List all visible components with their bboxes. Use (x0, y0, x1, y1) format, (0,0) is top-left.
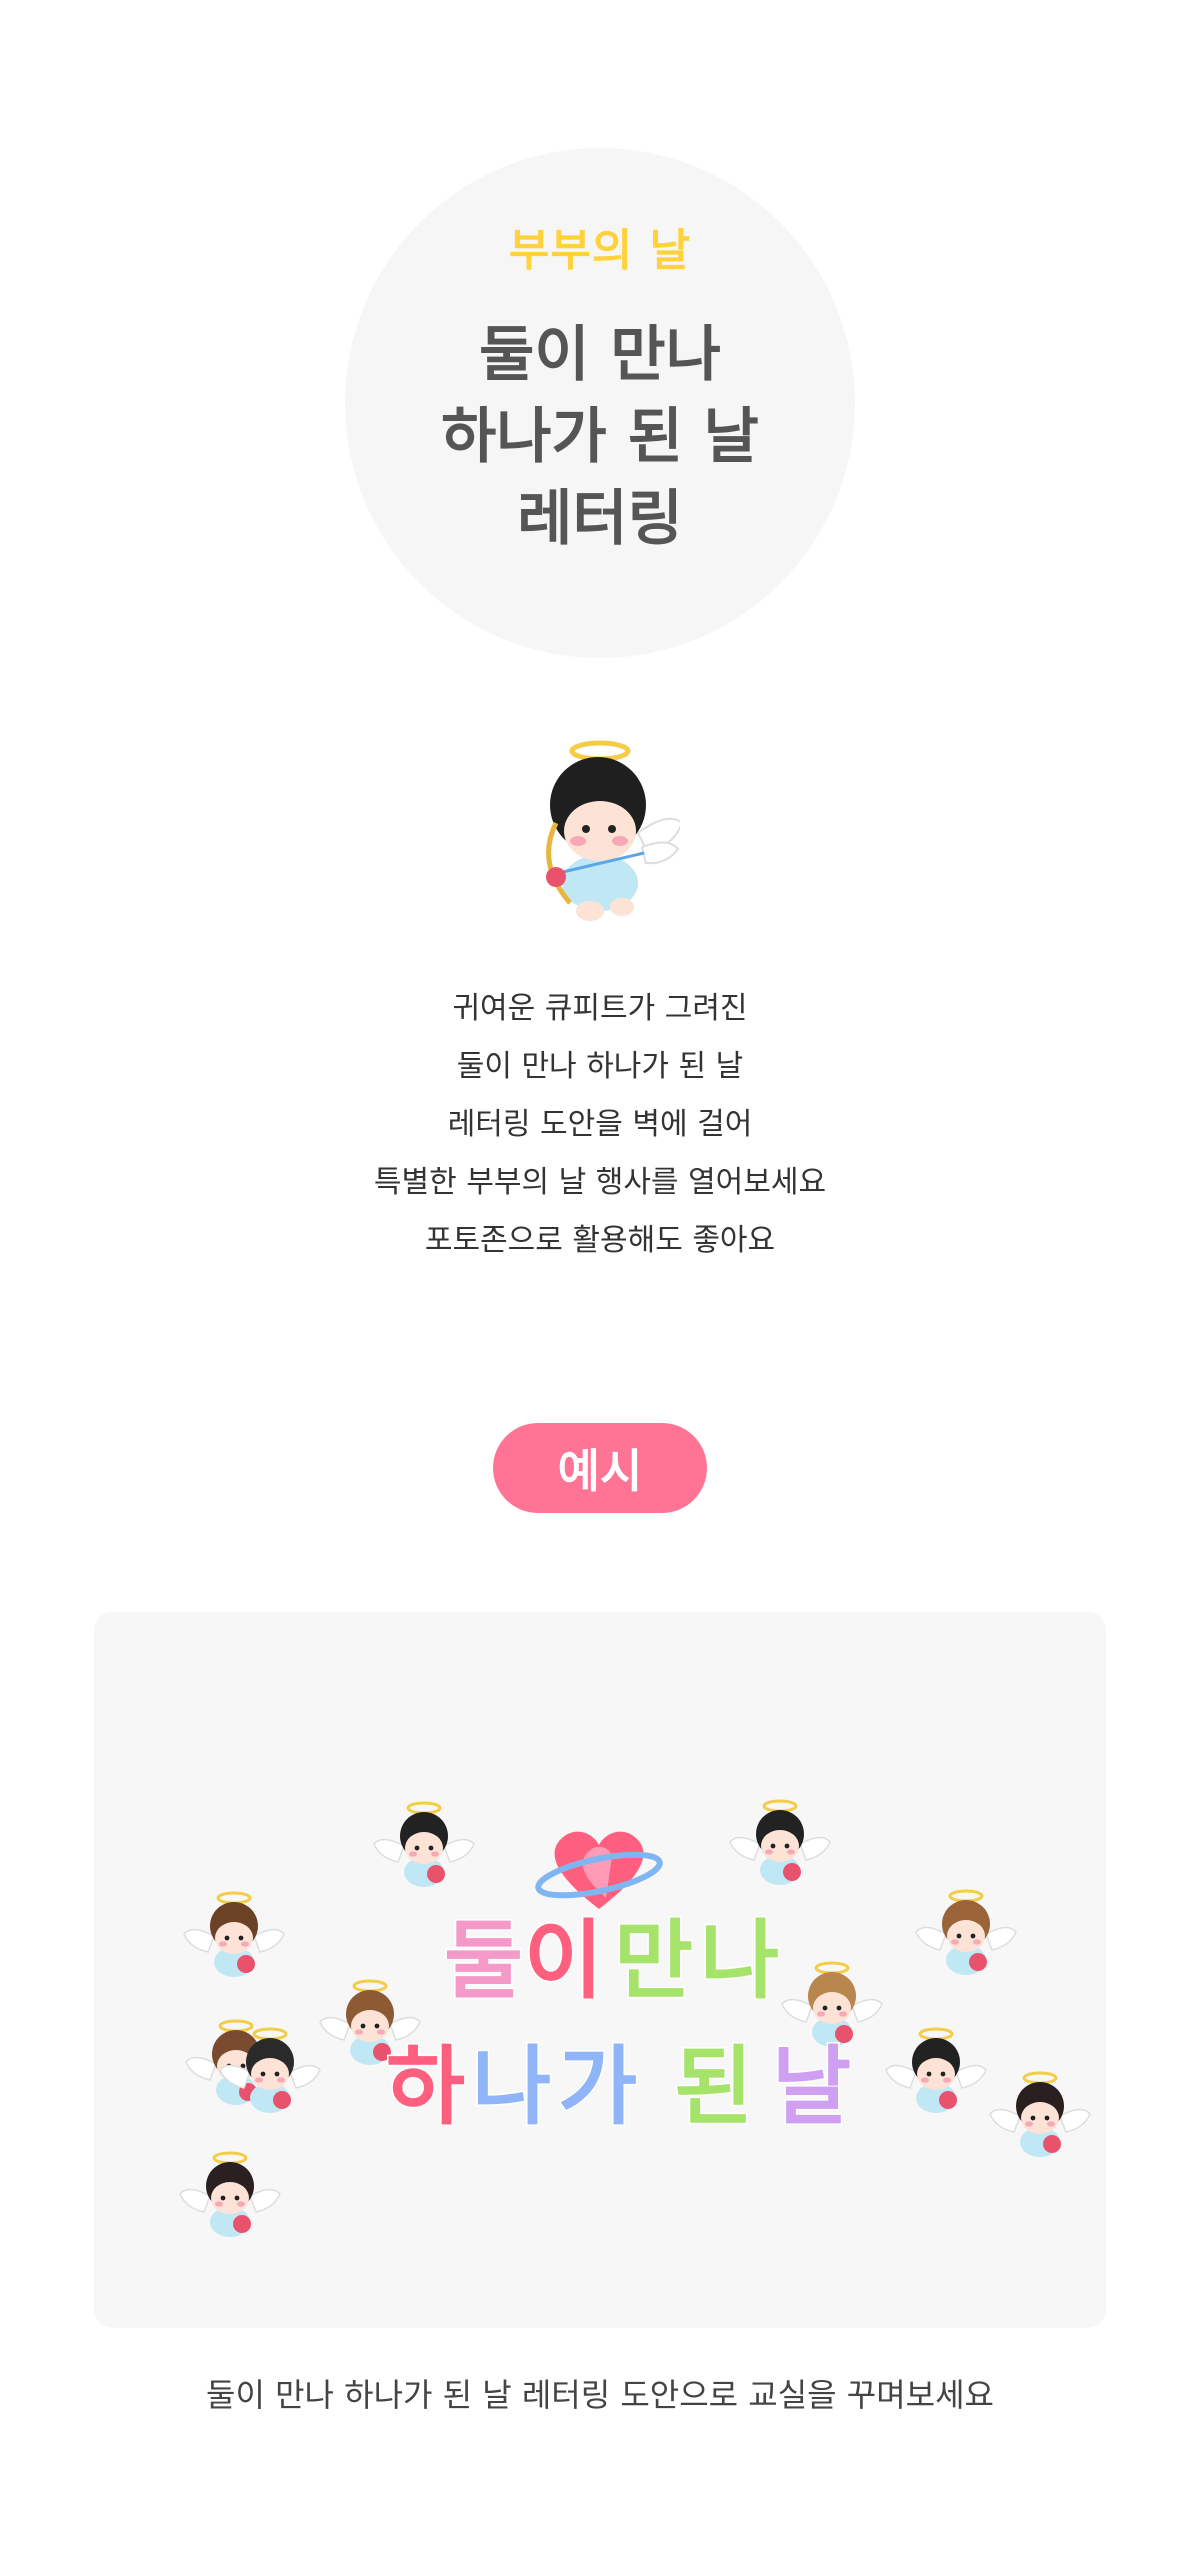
cupid-decoration (728, 1799, 832, 1887)
description-line: 레터링 도안을 벽에 걸어 (447, 1107, 753, 1142)
lettering-char: 만 (614, 1911, 693, 2011)
lettering-char: 하 (386, 2037, 465, 2137)
cupid-decoration (182, 1891, 286, 1979)
lettering-char: 나 (472, 2037, 551, 2137)
description-line: 특별한 부부의 날 행사를 열어보세요 (373, 1165, 827, 1200)
heart-planet-icon (535, 1831, 663, 1909)
example-illustration: 둘 이 만 나 하 나 가 된 날 (178, 1799, 1092, 2239)
lettering-char: 된 (674, 2037, 753, 2137)
cupid-decoration (988, 2071, 1092, 2159)
lettering-title: 둘 이 만 나 하 나 가 된 날 (385, 1910, 853, 2139)
hero-title-line: 둘이 만나 (479, 320, 721, 390)
example-badge: 예시 (493, 1423, 707, 1513)
hero-title-line: 하나가 된 날 (441, 402, 759, 472)
cupid-decoration (884, 2027, 988, 2115)
description: 귀여운 큐피트가 그려진 둘이 만나 하나가 된 날 레터링 도안을 벽에 걸어… (0, 980, 1200, 1270)
cupid-decoration (178, 2151, 282, 2239)
lettering-char: 날 (772, 2037, 851, 2137)
cupid-illustration (546, 740, 680, 921)
lettering-char: 이 (524, 1911, 603, 2011)
example-panel: 둘 이 만 나 하 나 가 된 날 (94, 1612, 1106, 2328)
cupid-decoration (780, 1961, 884, 2049)
lettering-char: 둘 (444, 1911, 523, 2011)
cupid-decoration (914, 1889, 1018, 1977)
hero-circle: 부부의 날 둘이 만나 하나가 된 날 레터링 (345, 148, 855, 658)
hero-title: 둘이 만나 하나가 된 날 레터링 (441, 314, 759, 560)
cupid-decoration (372, 1801, 476, 1889)
hero-subtitle: 부부의 날 (508, 225, 692, 276)
description-line: 귀여운 큐피트가 그려진 (452, 991, 748, 1026)
hero-title-line: 레터링 (517, 484, 683, 554)
description-line: 포토존으로 활용해도 좋아요 (424, 1223, 776, 1258)
description-line: 둘이 만나 하나가 된 날 (456, 1049, 744, 1084)
lettering-char: 가 (558, 2037, 637, 2137)
lettering-char: 나 (700, 1911, 779, 2011)
example-caption: 둘이 만나 하나가 된 날 레터링 도안으로 교실을 꾸며보세요 (206, 2376, 994, 2414)
